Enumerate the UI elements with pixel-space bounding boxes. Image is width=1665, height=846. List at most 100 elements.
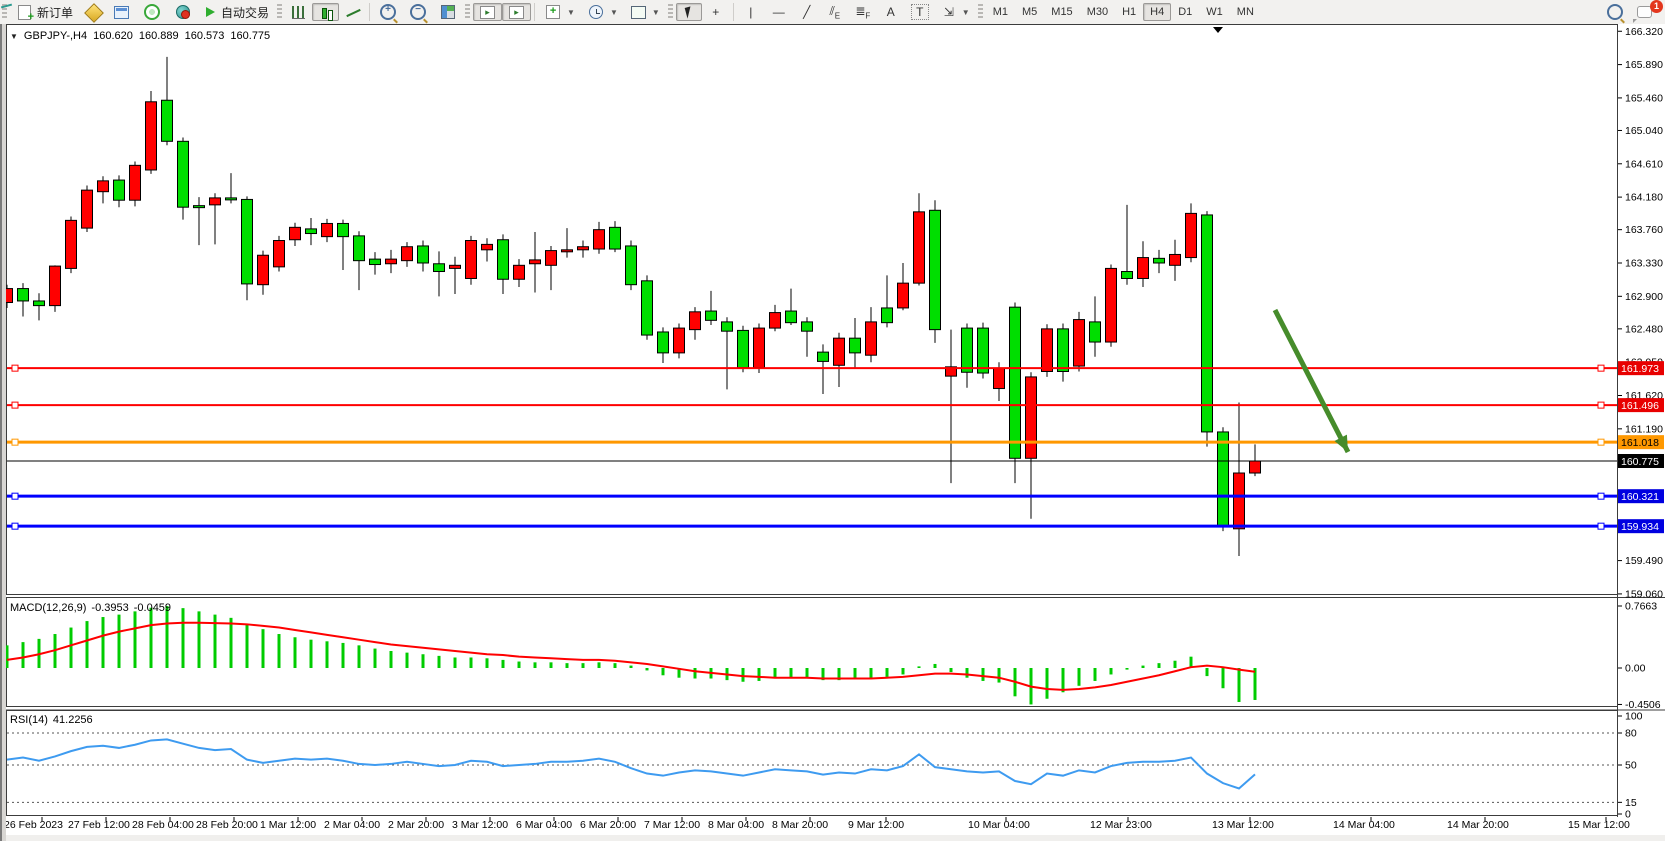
time-axis[interactable]: 26 Feb 202327 Feb 12:0028 Feb 04:0028 Fe… bbox=[0, 817, 1665, 841]
line-handle[interactable] bbox=[1598, 402, 1604, 408]
line-handle[interactable] bbox=[12, 439, 18, 445]
candle bbox=[1154, 258, 1165, 263]
line-handle[interactable] bbox=[1598, 523, 1604, 529]
trendline-tool-button[interactable]: ╱ bbox=[793, 3, 821, 21]
notifications-button[interactable]: 1 bbox=[1630, 3, 1659, 21]
svg-text:15: 15 bbox=[1625, 797, 1637, 809]
search-button[interactable] bbox=[1600, 3, 1630, 21]
tab-w1[interactable]: W1 bbox=[1199, 3, 1230, 21]
candle bbox=[658, 332, 669, 353]
candlestick-mode-button[interactable] bbox=[312, 3, 339, 21]
rsi-value: 41.2256 bbox=[53, 714, 93, 726]
tile-windows-button[interactable] bbox=[433, 3, 463, 21]
high-value: 160.889 bbox=[139, 30, 179, 42]
channel-tool-button[interactable]: ⫽E bbox=[821, 3, 849, 21]
one-click-expand-icon[interactable]: ▼ bbox=[10, 32, 18, 41]
macd-signal-value: -0.0459 bbox=[134, 602, 171, 614]
tab-d1[interactable]: D1 bbox=[1171, 3, 1199, 21]
cursor-tool-button[interactable] bbox=[676, 3, 702, 21]
candle bbox=[82, 190, 93, 228]
text-tool-icon: A bbox=[883, 5, 899, 19]
fibonacci-tool-button[interactable]: ≣F bbox=[849, 3, 877, 21]
add-indicator-button[interactable]: +▼ bbox=[538, 3, 581, 21]
line-handle[interactable] bbox=[1598, 365, 1604, 371]
periods-button[interactable]: ▼ bbox=[581, 3, 624, 21]
line-handle[interactable] bbox=[1598, 439, 1604, 445]
candle bbox=[66, 220, 77, 268]
tab-h1[interactable]: H1 bbox=[1115, 3, 1143, 21]
line-handle[interactable] bbox=[12, 493, 18, 499]
candle bbox=[322, 223, 333, 236]
svg-text:161.496: 161.496 bbox=[1621, 400, 1659, 412]
candle bbox=[786, 311, 797, 323]
text-tool-button[interactable]: A bbox=[877, 3, 905, 21]
tab-m5[interactable]: M5 bbox=[1015, 3, 1044, 21]
svg-text:80: 80 bbox=[1625, 727, 1637, 739]
close-value: 160.775 bbox=[230, 30, 270, 42]
level-lines[interactable] bbox=[7, 365, 1617, 529]
candle bbox=[722, 322, 733, 331]
templates-button[interactable]: ▼ bbox=[624, 3, 666, 21]
dropdown-arrow-icon: ▼ bbox=[652, 8, 660, 17]
line-handle[interactable] bbox=[12, 402, 18, 408]
candle bbox=[610, 227, 621, 249]
line-handle[interactable] bbox=[1598, 493, 1604, 499]
chart-title: ▼ GBPJPY-,H4 160.620 160.889 160.573 160… bbox=[10, 30, 270, 42]
horizontal-line-icon: — bbox=[771, 5, 787, 19]
market-watch-icon bbox=[84, 3, 104, 23]
toolbar-grip[interactable] bbox=[978, 4, 983, 20]
candle bbox=[370, 259, 381, 264]
candle bbox=[98, 181, 109, 192]
candle bbox=[274, 241, 285, 267]
news-button[interactable] bbox=[136, 3, 168, 21]
macd-pane: 0.76630.00-0.4506 bbox=[7, 601, 1661, 711]
new-order-button[interactable]: 新订单 bbox=[10, 3, 79, 21]
show-rsi-window-button[interactable]: ▸ bbox=[502, 3, 531, 21]
zoom-in-button[interactable]: + bbox=[373, 3, 403, 21]
tile-windows-icon bbox=[441, 5, 455, 19]
line-handle[interactable] bbox=[12, 365, 18, 371]
svg-text:160.775: 160.775 bbox=[1621, 456, 1659, 468]
svg-text:2 Mar 04:00: 2 Mar 04:00 bbox=[324, 819, 380, 831]
tab-h4[interactable]: H4 bbox=[1143, 3, 1171, 21]
arrow-shaft[interactable] bbox=[1275, 310, 1348, 452]
toolbar-grip[interactable] bbox=[465, 4, 470, 20]
show-macd-window-button[interactable]: ▸ bbox=[473, 3, 502, 21]
candle bbox=[114, 180, 125, 200]
expert-advisors-button[interactable] bbox=[168, 3, 198, 21]
price-axis[interactable]: 166.320165.890165.460165.040164.610164.1… bbox=[1618, 26, 1664, 601]
label-tool-button[interactable]: T bbox=[905, 3, 935, 21]
shift-marker-icon[interactable] bbox=[1213, 27, 1223, 33]
tab-m1[interactable]: M1 bbox=[986, 3, 1015, 21]
zoom-out-button[interactable]: − bbox=[403, 3, 433, 21]
trend-arrow[interactable] bbox=[1275, 310, 1348, 452]
market-watch-button[interactable] bbox=[79, 3, 107, 21]
shapes-tool-button[interactable]: ⇲▼ bbox=[935, 3, 976, 21]
candle bbox=[466, 241, 477, 279]
data-window-icon bbox=[114, 6, 129, 19]
candle bbox=[178, 141, 189, 207]
crosshair-tool-button[interactable]: + bbox=[702, 3, 730, 21]
candle bbox=[386, 259, 397, 264]
candle bbox=[1218, 432, 1229, 527]
auto-trading-button[interactable]: 自动交易 bbox=[198, 3, 275, 21]
candle bbox=[882, 308, 893, 323]
price-chart-canvas[interactable]: 166.320165.890165.460165.040164.610164.1… bbox=[0, 24, 1665, 841]
data-window-button[interactable] bbox=[107, 3, 136, 21]
toolbar-grip[interactable] bbox=[277, 4, 282, 20]
template-icon bbox=[631, 6, 646, 19]
tab-m15[interactable]: M15 bbox=[1044, 3, 1079, 21]
rsi-indicator-label: RSI(14) 41.2256 bbox=[10, 714, 93, 726]
vline-tool-button[interactable]: | bbox=[737, 3, 765, 21]
tab-m30[interactable]: M30 bbox=[1080, 3, 1115, 21]
candle bbox=[306, 229, 317, 234]
candle bbox=[162, 100, 173, 141]
line-handle[interactable] bbox=[12, 523, 18, 529]
toolbar-grip[interactable] bbox=[668, 4, 673, 20]
line-chart-mode-button[interactable] bbox=[339, 3, 366, 21]
tab-mn[interactable]: MN bbox=[1230, 3, 1261, 21]
hline-tool-button[interactable]: — bbox=[765, 3, 793, 21]
rsi-line bbox=[7, 739, 1255, 788]
bar-chart-mode-button[interactable] bbox=[285, 3, 312, 21]
cursor-icon bbox=[684, 6, 693, 18]
